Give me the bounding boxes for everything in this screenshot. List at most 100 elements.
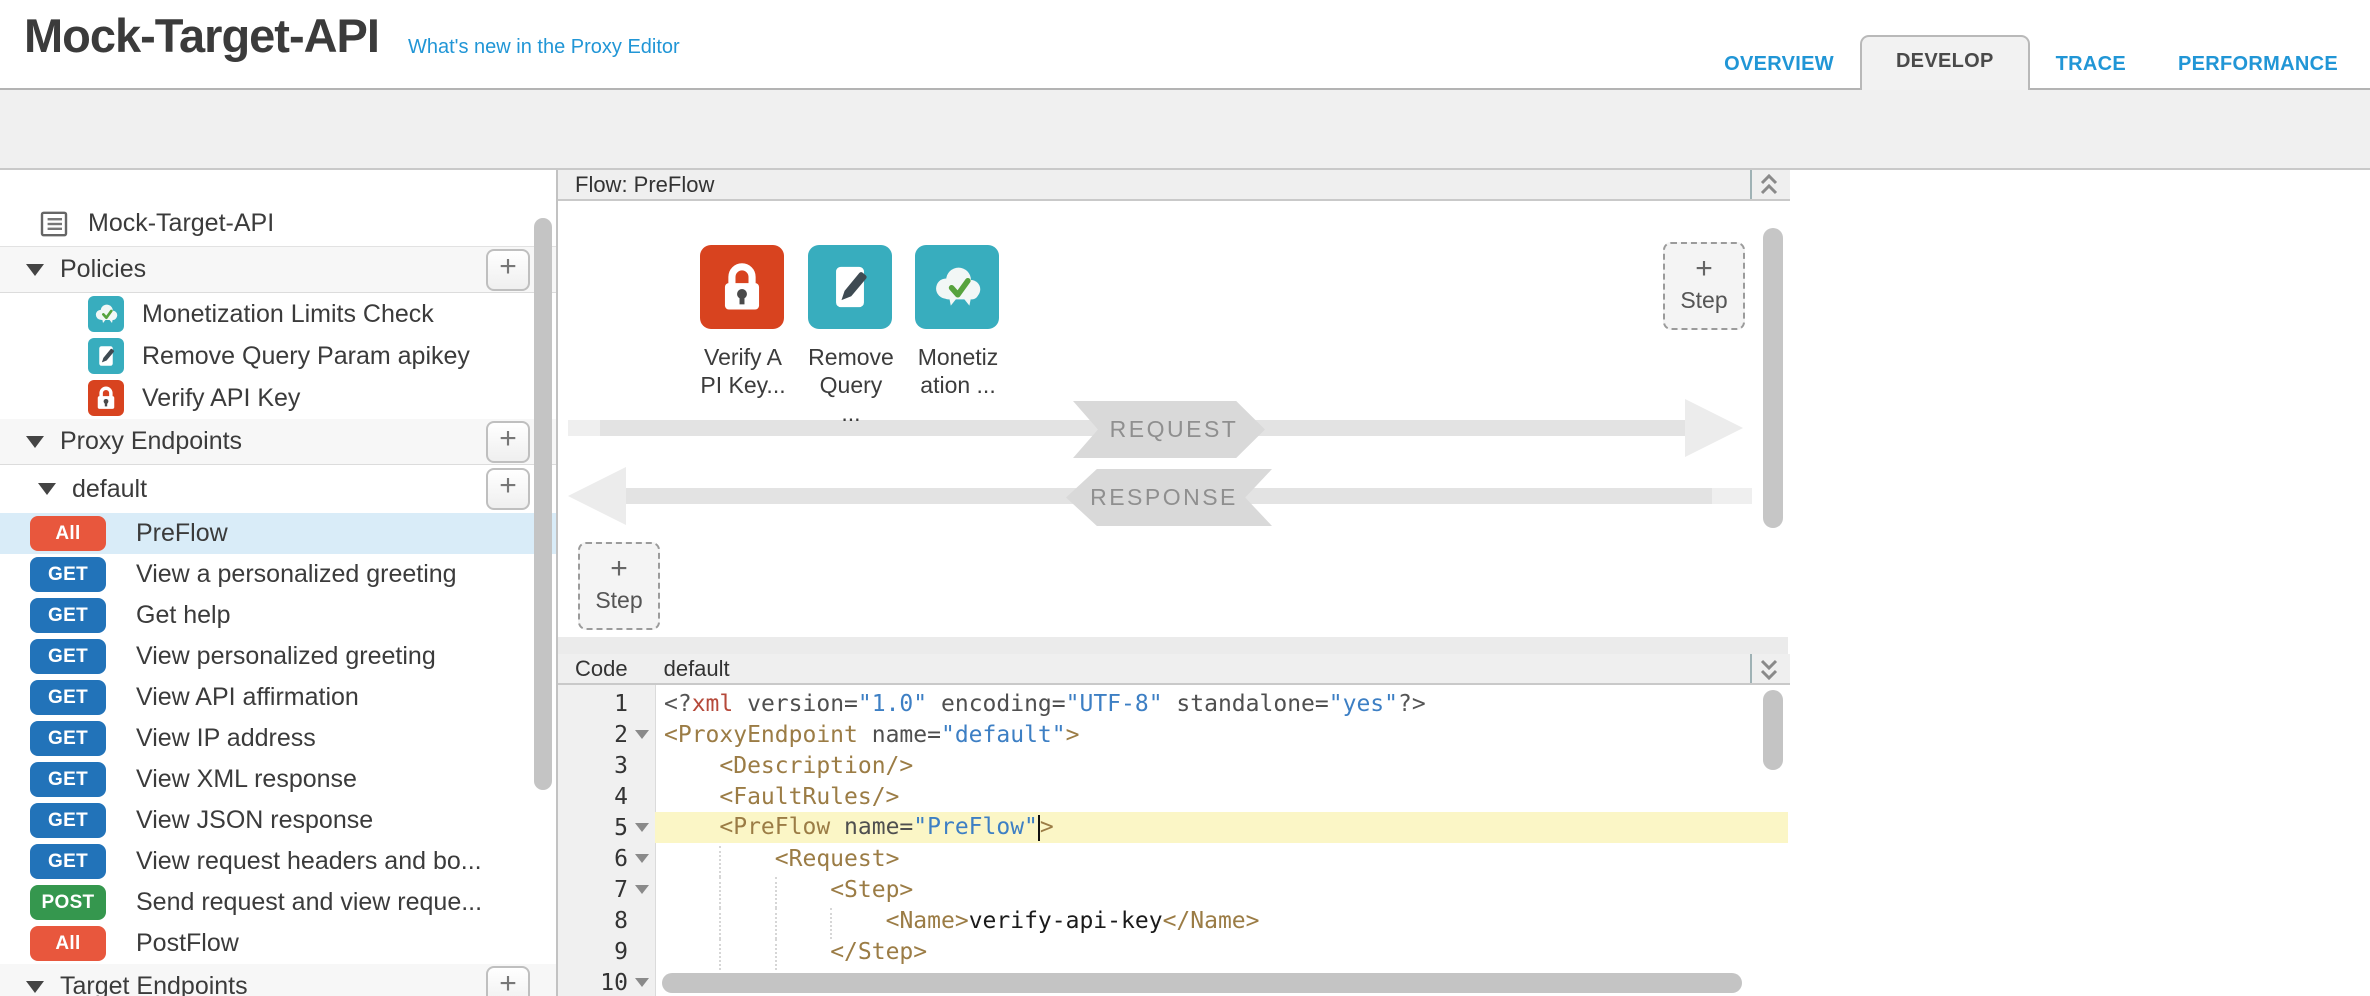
navigator-flow-item[interactable]: GET View API affirmation	[0, 677, 556, 718]
navigator-section-policies[interactable]: Policies +	[0, 247, 556, 293]
navigator-flow-item[interactable]: GET View a personalized greeting	[0, 554, 556, 595]
method-badge: GET	[30, 803, 106, 838]
navigator-flow-item[interactable]: POST Send request and view reque...	[0, 882, 556, 923]
add-button[interactable]: +	[486, 421, 530, 463]
line-number: 6	[558, 846, 628, 872]
toolbar: Project▼ Save Revision 1▼ Tools▼ Deploym…	[0, 90, 2370, 170]
method-badge: GET	[30, 639, 106, 674]
tab-overview[interactable]: OVERVIEW	[1698, 39, 1860, 90]
method-badge: All	[30, 516, 106, 551]
tab-trace[interactable]: TRACE	[2030, 39, 2152, 90]
collapse-up-icon[interactable]	[1750, 170, 1786, 199]
proxy-list-icon	[38, 208, 70, 240]
navigator-flow-item[interactable]: GET View JSON response	[0, 800, 556, 841]
method-badge: GET	[30, 762, 106, 797]
fold-toggle-icon[interactable]	[628, 854, 655, 863]
line-number: 1	[558, 691, 628, 717]
request-ribbon: REQUEST	[1073, 401, 1265, 458]
code-line-2[interactable]: 2<ProxyEndpoint name="default">	[558, 719, 1788, 750]
plus-icon: +	[610, 559, 628, 579]
code-line-6[interactable]: 6<Request>	[558, 843, 1788, 874]
navigator-flow-item[interactable]: GET View XML response	[0, 759, 556, 800]
navigator-flow-item[interactable]: GET View personalized greeting	[0, 636, 556, 677]
response-arrowhead-icon	[568, 467, 626, 525]
section-collapse-icon[interactable]	[26, 436, 44, 448]
fold-toggle-icon[interactable]	[628, 885, 655, 894]
flow-policy-node[interactable]: Verify API Key...	[700, 245, 786, 399]
code-line-9[interactable]: 9</Step>	[558, 936, 1788, 967]
method-badge: GET	[30, 844, 106, 879]
plus-icon: +	[1695, 259, 1713, 279]
collapse-down-icon[interactable]	[1750, 654, 1786, 683]
item-label: Mock-Target-API	[88, 209, 274, 238]
flow-policy-node[interactable]: Monetization ...	[915, 245, 1001, 399]
panel-splitter[interactable]	[558, 637, 1788, 654]
add-button[interactable]: +	[486, 966, 530, 996]
property-inspector-panel: PreFlowname PreFlowRequestStepName verif…	[1790, 170, 2370, 996]
method-badge: All	[30, 926, 106, 961]
request-arrowhead-icon	[1685, 399, 1743, 457]
tab-performance[interactable]: PERFORMANCE	[2152, 39, 2364, 90]
navigator-policy-item[interactable]: Remove Query Param apikey	[0, 335, 556, 377]
method-badge: GET	[30, 721, 106, 756]
add-step-button-request[interactable]: + Step	[1663, 242, 1745, 330]
line-number: 7	[558, 877, 628, 903]
page-title: Mock-Target-API	[24, 8, 379, 63]
code-horizontal-scrollbar[interactable]	[662, 973, 1742, 993]
navigator-policy-item[interactable]: Monetization Limits Check	[0, 293, 556, 335]
fold-toggle-icon[interactable]	[628, 823, 655, 832]
add-button[interactable]: +	[486, 249, 530, 291]
code-line-3[interactable]: 3<Description/>	[558, 750, 1788, 781]
navigator-flow-item[interactable]: GET Get help	[0, 595, 556, 636]
main-tabs: OVERVIEWDEVELOPTRACEPERFORMANCE	[1698, 34, 2364, 90]
line-number: 8	[558, 908, 628, 934]
lock-icon	[711, 256, 773, 318]
flow-scrollbar[interactable]	[1763, 228, 1783, 528]
navigator-policy-item[interactable]: Verify API Key	[0, 377, 556, 419]
code-panel-header: Code default	[558, 654, 1790, 685]
navigator-endpoint-default[interactable]: default +	[0, 465, 556, 513]
method-badge: GET	[30, 680, 106, 715]
response-ribbon: RESPONSE	[1066, 469, 1272, 526]
method-badge: POST	[30, 885, 106, 920]
navigator-flow-item[interactable]: All PostFlow	[0, 923, 556, 964]
navigator-section-proxy-endpoints[interactable]: Proxy Endpoints +	[0, 419, 556, 465]
line-number: 3	[558, 753, 628, 779]
flow-policy-node[interactable]: RemoveQuery ...	[808, 245, 894, 427]
section-collapse-icon[interactable]	[26, 981, 44, 993]
cloud-check-icon	[926, 256, 988, 318]
section-collapse-icon[interactable]	[38, 483, 56, 495]
navigator-panel: Mock-Target-API Policies + Monetization …	[0, 170, 558, 996]
line-number: 2	[558, 722, 628, 748]
pencil-icon	[91, 341, 121, 371]
add-step-button-response[interactable]: + Step	[578, 542, 660, 630]
code-editor[interactable]: 1<?xml version="1.0" encoding="UTF-8" st…	[558, 685, 1788, 996]
code-vertical-scrollbar[interactable]	[1763, 690, 1783, 770]
code-line-7[interactable]: 7<Step>	[558, 874, 1788, 905]
proxy-editor-app: Mock-Target-API What's new in the Proxy …	[0, 0, 2370, 996]
navigator-flow-item-selected[interactable]: All PreFlow	[0, 513, 556, 554]
navigator-section-target-endpoints[interactable]: Target Endpoints +	[0, 964, 556, 996]
code-line-1[interactable]: 1<?xml version="1.0" encoding="UTF-8" st…	[558, 688, 1788, 719]
code-line-4[interactable]: 4<FaultRules/>	[558, 781, 1788, 812]
whats-new-link[interactable]: What's new in the Proxy Editor	[408, 36, 680, 59]
section-collapse-icon[interactable]	[26, 264, 44, 276]
pencil-icon	[819, 256, 881, 318]
request-band-stub	[568, 420, 600, 436]
cloud-check-icon	[91, 299, 121, 329]
flow-canvas[interactable]: REQUEST RESPONSE + Step + Step Verify AP…	[558, 201, 1788, 637]
navigator-flow-item[interactable]: GET View IP address	[0, 718, 556, 759]
masthead: Mock-Target-API What's new in the Proxy …	[0, 0, 2370, 90]
method-badge: GET	[30, 598, 106, 633]
fold-toggle-icon[interactable]	[628, 978, 655, 987]
tab-develop[interactable]: DEVELOP	[1860, 35, 2030, 90]
navigator-item-proxy-root[interactable]: Mock-Target-API	[0, 201, 556, 247]
response-band-stub	[1712, 488, 1752, 504]
add-flow-button[interactable]: +	[486, 468, 530, 510]
fold-toggle-icon[interactable]	[628, 730, 655, 739]
navigator-scrollbar[interactable]	[534, 218, 552, 790]
method-badge: GET	[30, 557, 106, 592]
code-line-8[interactable]: 8<Name>verify-api-key</Name>	[558, 905, 1788, 936]
navigator-flow-item[interactable]: GET View request headers and bo...	[0, 841, 556, 882]
code-line-5[interactable]: 5<PreFlow name="PreFlow">	[558, 812, 1788, 843]
